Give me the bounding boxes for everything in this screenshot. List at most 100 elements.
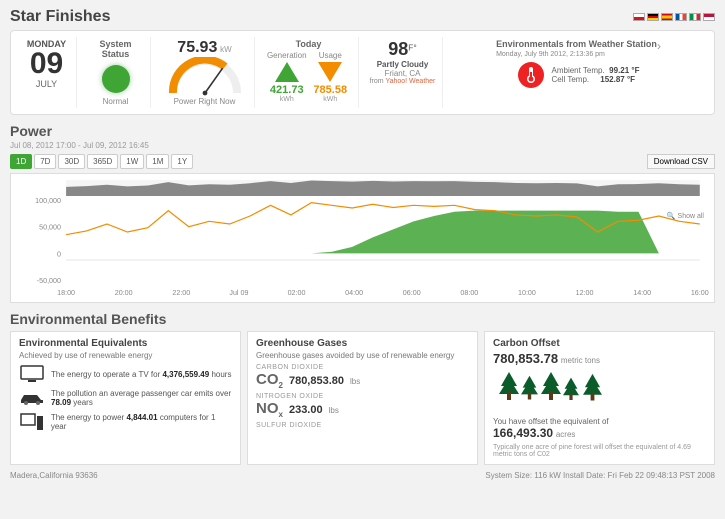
usage-unit: kWh [323, 96, 337, 103]
computer-icon [19, 412, 45, 432]
weather-src[interactable]: Yahoo! Weather [385, 78, 435, 85]
flag-cz[interactable] [633, 13, 645, 21]
svg-text:22:00: 22:00 [172, 290, 190, 297]
range-button-1y[interactable]: 1Y [171, 154, 193, 169]
gauge-caption: Power Right Now [174, 97, 236, 106]
co2-unit: lbs [350, 377, 360, 386]
kpi-row: MONDAY 09 JULY System Status Normal 75.9… [10, 30, 715, 115]
svg-text:02:00: 02:00 [288, 290, 306, 297]
range-button-30d[interactable]: 30D [58, 154, 85, 169]
cell-label: Cell Temp. [552, 75, 590, 84]
range-button-7d[interactable]: 7D [34, 154, 56, 169]
status-text: Normal [103, 97, 129, 106]
power-section-title: Power [10, 123, 715, 139]
svg-text:20:00: 20:00 [115, 290, 133, 297]
svg-text:16:00: 16:00 [691, 290, 709, 297]
range-button-1w[interactable]: 1W [120, 154, 144, 169]
offset-unit: metric tons [561, 356, 600, 365]
day-number: 09 [30, 49, 63, 79]
weather-temp-unit: F° [408, 43, 416, 53]
gases-panel: Greenhouse Gases Greenhouse gases avoide… [247, 331, 478, 465]
gauge-value: 75.93 [177, 39, 217, 56]
weather-temp: 98 [388, 39, 408, 59]
chart-brush[interactable] [66, 180, 700, 196]
offset-acres-unit: acres [556, 430, 576, 439]
flag-es[interactable] [661, 13, 673, 21]
offset-footnote: Typically one acre of pine forest will o… [493, 444, 706, 458]
car-icon [19, 388, 45, 408]
svg-text:Jul 09: Jul 09 [229, 290, 248, 297]
magnify-icon[interactable]: 🔍 [667, 213, 676, 220]
co2-symbol: CO2 [256, 371, 283, 390]
nox-label: NITROGEN OXIDE [256, 393, 469, 400]
env-station-label: Environmentals from Weather Station [496, 39, 657, 49]
weather-card: 98F° Partly Cloudy Friant, CA from Yahoo… [363, 37, 443, 108]
status-indicator-icon [102, 65, 130, 93]
svg-text:08:00: 08:00 [460, 290, 478, 297]
footer-location: Madera,California 93636 [10, 471, 98, 480]
equiv-panel: Environmental Equivalents Achieved by us… [10, 331, 241, 465]
power-chart[interactable]: -50,000050,000100,000 18:0020:0022:00Jul… [10, 173, 715, 303]
gauge-icon [165, 57, 245, 97]
weather-src-prefix: from [370, 78, 384, 85]
co2-label: CARBON DIOXIDE [256, 364, 469, 371]
svg-text:10:00: 10:00 [518, 290, 536, 297]
svg-text:100,000: 100,000 [35, 198, 61, 205]
range-button-row: 1D7D30D365D1W1M1Y Download CSV [10, 154, 715, 169]
gauge-unit: kW [220, 45, 232, 54]
chevron-right-icon[interactable]: › [657, 39, 661, 53]
gases-heading: Greenhouse Gases [256, 338, 469, 349]
flag-de[interactable] [647, 13, 659, 21]
flag-fr[interactable] [675, 13, 687, 21]
range-button-1m[interactable]: 1M [146, 154, 169, 169]
generation-unit: kWh [280, 96, 294, 103]
svg-text:14:00: 14:00 [633, 290, 651, 297]
today-card: Today Generation 421.73 kWh Usage 785.58… [259, 37, 359, 108]
env-station-ts: Monday, July 9th 2012, 2:13:36 pm [496, 51, 657, 58]
range-button-1d[interactable]: 1D [10, 154, 32, 169]
pc-text: The energy to power 4,844.01 computers f… [51, 413, 232, 431]
thermometer-icon [518, 62, 544, 88]
car-text: The pollution an average passenger car e… [51, 389, 232, 407]
arrow-up-icon [275, 62, 299, 82]
usage-value: 785.58 [313, 84, 347, 96]
cell-value: 152.87 °F [600, 75, 635, 84]
language-flags [633, 13, 715, 21]
status-label: System Status [87, 39, 144, 59]
offset-heading: Carbon Offset [493, 338, 706, 349]
svg-text:12:00: 12:00 [576, 290, 594, 297]
svg-text:04:00: 04:00 [345, 290, 363, 297]
tv-text: The energy to operate a TV for 4,376,559… [51, 370, 231, 379]
env-benefits-title: Environmental Benefits [10, 311, 715, 327]
equiv-heading: Environmental Equivalents [19, 338, 232, 349]
download-csv-button[interactable]: Download CSV [647, 154, 715, 169]
month: JULY [36, 79, 57, 89]
ambient-label: Ambient Temp. [552, 66, 605, 75]
offset-value: 780,853.78 [493, 351, 558, 366]
weather-loc: Friant, CA [384, 69, 420, 78]
weather-cond: Partly Cloudy [377, 60, 429, 69]
nox-symbol: NOx [256, 400, 283, 419]
show-all-link[interactable]: Show all [678, 213, 704, 220]
flag-us[interactable] [703, 13, 715, 21]
range-button-365d[interactable]: 365D [87, 154, 118, 169]
power-range-text: Jul 08, 2012 17:00 - Jul 09, 2012 16:45 [10, 141, 715, 150]
flag-it[interactable] [689, 13, 701, 21]
svg-text:18:00: 18:00 [57, 290, 75, 297]
generation-value: 421.73 [270, 84, 304, 96]
sox-label: SULFUR DIOXIDE [256, 422, 469, 429]
gases-sub: Greenhouse gases avoided by use of renew… [256, 351, 469, 360]
svg-text:-50,000: -50,000 [37, 278, 61, 285]
system-status-card: System Status Normal [81, 37, 151, 108]
offset-panel: Carbon Offset 780,853.78 metric tons You… [484, 331, 715, 465]
power-gauge-card: 75.93 kW Power Right Now [155, 37, 255, 108]
env-station-card: Environmentals from Weather Station Mond… [447, 37, 708, 108]
ambient-value: 99.21 °F [609, 66, 639, 75]
nox-unit: lbs [329, 406, 339, 415]
co2-value: 780,853.80 [289, 375, 344, 387]
generation-label: Generation [267, 51, 307, 60]
svg-text:50,000: 50,000 [39, 225, 61, 232]
nox-value: 233.00 [289, 404, 323, 416]
tv-icon [19, 364, 45, 384]
offset-acres: 166,493.30 [493, 426, 553, 440]
